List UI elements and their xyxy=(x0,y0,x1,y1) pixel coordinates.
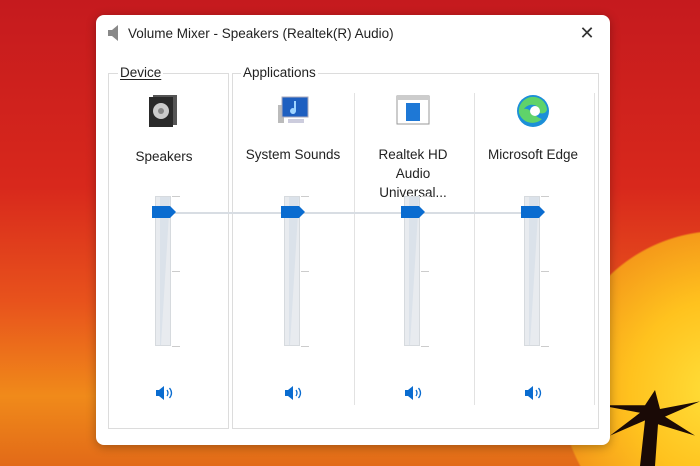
close-button[interactable]: ✕ xyxy=(574,21,600,45)
device-mute-button[interactable] xyxy=(155,385,175,401)
app-name: System Sounds xyxy=(245,147,341,162)
app-name: Realtek HD Audio Universal... xyxy=(378,147,448,200)
slider-tick xyxy=(541,196,549,197)
app-mute-button[interactable] xyxy=(404,385,424,401)
app-name: Microsoft Edge xyxy=(487,147,579,162)
device-volume-thumb[interactable] xyxy=(152,206,176,218)
app-system-sounds: System Sounds xyxy=(233,93,353,405)
speakers-device-icon xyxy=(149,95,177,127)
app-volume-thumb[interactable] xyxy=(401,206,425,218)
divider xyxy=(594,93,595,405)
slider-tick xyxy=(421,196,429,197)
slider-tick xyxy=(172,196,180,197)
slider-tick xyxy=(301,346,309,347)
app-volume-thumb[interactable] xyxy=(521,206,545,218)
device-group-label: Device xyxy=(118,65,164,80)
slider-tick xyxy=(541,271,549,272)
volume-mixer-window: Volume Mixer - Speakers (Realtek(R) Audi… xyxy=(96,15,610,445)
app-volume-slider[interactable] xyxy=(284,196,300,346)
app-volume-slider[interactable] xyxy=(524,196,540,346)
app-volume-thumb[interactable] xyxy=(281,206,305,218)
slider-tick xyxy=(541,346,549,347)
applications-group-label: Applications xyxy=(241,65,318,80)
speaker-icon xyxy=(108,25,118,41)
device-volume-slider[interactable] xyxy=(155,196,171,346)
app-mute-button[interactable] xyxy=(524,385,544,401)
slider-tick xyxy=(301,271,309,272)
app-microsoft-edge: Microsoft Edge xyxy=(473,93,593,405)
app-realtek-hd-audio: Realtek HD Audio Universal... xyxy=(353,93,473,405)
slider-tick xyxy=(421,271,429,272)
app-window-icon xyxy=(396,95,430,125)
device-speakers: Speakers xyxy=(104,93,224,405)
title-bar[interactable]: Volume Mixer - Speakers (Realtek(R) Audi… xyxy=(96,15,610,51)
app-mute-button[interactable] xyxy=(284,385,304,401)
slider-tick xyxy=(172,346,180,347)
window-title: Volume Mixer - Speakers (Realtek(R) Audi… xyxy=(128,26,394,41)
system-sounds-icon xyxy=(278,96,309,123)
device-name: Speakers xyxy=(135,149,193,164)
slider-tick xyxy=(172,271,180,272)
slider-tick xyxy=(301,196,309,197)
app-volume-slider[interactable] xyxy=(404,196,420,346)
edge-icon xyxy=(517,95,549,127)
slider-tick xyxy=(421,346,429,347)
